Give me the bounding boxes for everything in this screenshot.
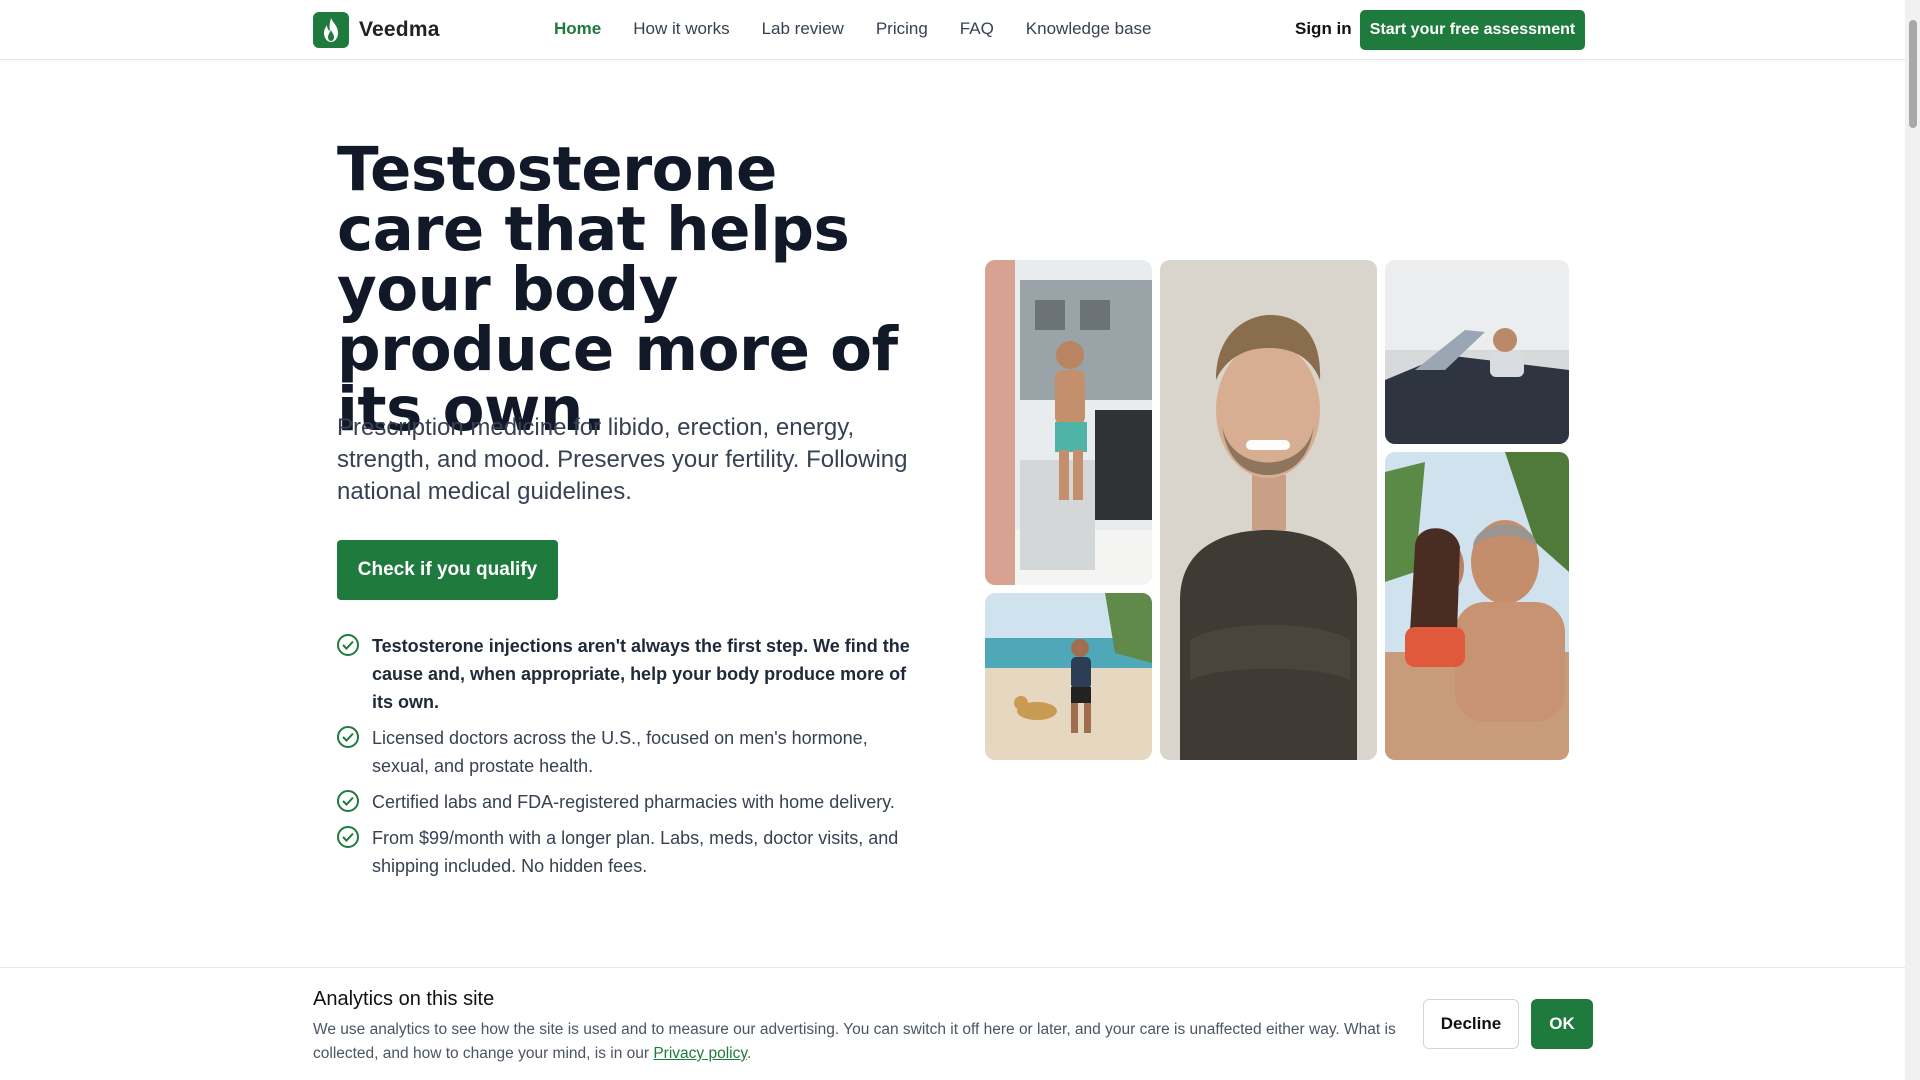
cookie-text: We use analytics to see how the site is … [313, 1018, 1408, 1066]
decline-button[interactable]: Decline [1423, 999, 1519, 1049]
benefit-text: Licensed doctors across the U.S., focuse… [372, 728, 868, 776]
check-circle-icon [337, 634, 359, 656]
site-header: Veedma Home How it works Lab review Pric… [0, 0, 1905, 60]
check-circle-icon [337, 726, 359, 748]
benefit-text: From $99/month with a longer plan. Labs,… [372, 828, 899, 876]
start-assessment-button[interactable]: Start your free assessment [1360, 10, 1585, 50]
nav-faq[interactable]: FAQ [960, 19, 994, 39]
list-item: Certified labs and FDA-registered pharma… [337, 788, 917, 816]
hero-subtitle: Prescription medicine for libido, erecti… [337, 414, 908, 505]
nav-knowledge-base[interactable]: Knowledge base [1026, 19, 1152, 39]
hero-title: Testosterone care that helps your body p… [337, 134, 898, 445]
list-item: Testosterone injections aren't always th… [337, 632, 917, 716]
nav-how-it-works[interactable]: How it works [633, 19, 729, 39]
photo-couple-beach [1385, 452, 1569, 760]
photo-man-running-dog [985, 593, 1152, 760]
nav-home[interactable]: Home [554, 19, 601, 39]
photo-man-beach-truck [985, 260, 1152, 585]
benefit-text: Testosterone injections aren't always th… [372, 636, 910, 712]
ok-button[interactable]: OK [1531, 999, 1593, 1049]
cookie-text-end: . [746, 1045, 752, 1062]
check-circle-icon [337, 826, 359, 848]
cookie-title: Analytics on this site [313, 988, 495, 1010]
brand-logo[interactable]: Veedma [313, 12, 440, 48]
privacy-policy-link[interactable]: Privacy policy [653, 1045, 747, 1062]
brand-name: Veedma [359, 18, 440, 41]
flame-icon [313, 12, 349, 48]
cookie-body: We use analytics to see how the site is … [313, 1021, 1396, 1062]
list-item: Licensed doctors across the U.S., focuse… [337, 724, 917, 780]
benefit-list: Testosterone injections aren't always th… [337, 632, 917, 888]
scrollbar-thumb[interactable] [1909, 20, 1917, 128]
photo-smiling-man-portrait [1160, 260, 1377, 760]
sign-in-link[interactable]: Sign in [1295, 19, 1352, 39]
check-circle-icon [337, 790, 359, 812]
cookie-banner: Analytics on this site We use analytics … [0, 967, 1905, 1080]
benefit-text: Certified labs and FDA-registered pharma… [372, 792, 895, 812]
nav-lab-review[interactable]: Lab review [762, 19, 844, 39]
photo-man-convertible-car [1385, 260, 1569, 444]
list-item: From $99/month with a longer plan. Labs,… [337, 824, 917, 880]
main-nav: Home How it works Lab review Pricing FAQ… [554, 19, 1152, 39]
nav-pricing[interactable]: Pricing [876, 19, 928, 39]
check-qualify-button[interactable]: Check if you qualify [337, 540, 558, 600]
page-scrollbar[interactable] [1905, 0, 1920, 1080]
